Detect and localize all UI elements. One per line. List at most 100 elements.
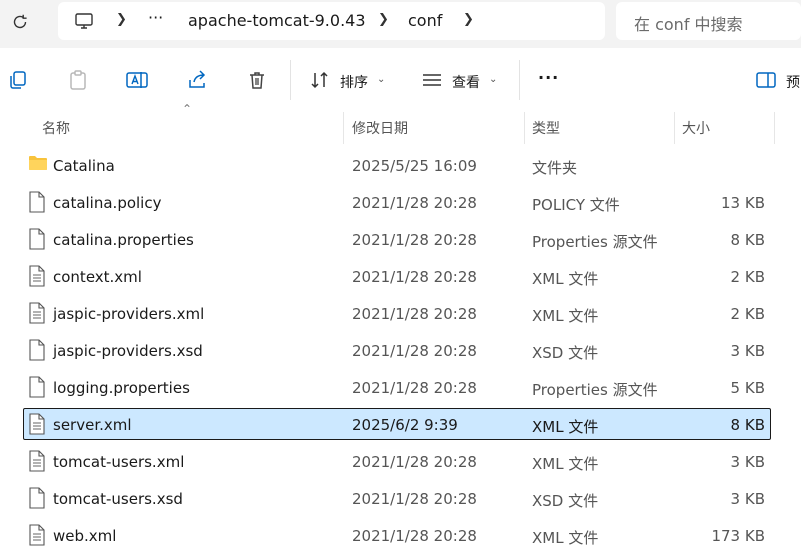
file-name: jaspic-providers.xml: [53, 305, 205, 323]
folder-row[interactable]: Catalina 2025/5/25 16:09 文件夹: [0, 148, 801, 184]
file-size: 3 KB: [730, 342, 765, 360]
trash-icon: [250, 72, 264, 89]
file-row[interactable]: server.xml 2025/6/2 9:39 XML 文件 8 KB: [0, 407, 801, 443]
rename-button[interactable]: [125, 68, 149, 92]
search-input[interactable]: 在 conf 中搜索: [634, 11, 743, 35]
column-divider[interactable]: [343, 112, 344, 144]
text-file-icon: [29, 302, 45, 324]
address-bar-region: ❯ ··· apache-tomcat-9.0.43 ❯ conf ❯ 在 co…: [0, 0, 801, 48]
file-type: POLICY 文件: [532, 196, 620, 214]
file-modified-date: 2025/6/2 9:39: [352, 416, 458, 434]
copy-button[interactable]: [6, 68, 30, 92]
chevron-right-icon[interactable]: ❯: [463, 12, 474, 27]
file-type: XML 文件: [532, 418, 599, 436]
breadcrumb-apache-tomcat[interactable]: apache-tomcat-9.0.43: [188, 11, 366, 30]
file-row[interactable]: jaspic-providers.xml 2021/1/28 20:28 XML 文…: [0, 296, 801, 332]
file-row[interactable]: context.xml 2021/1/28 20:28 XML 文件 2 KB: [0, 259, 801, 295]
file-type: 文件夹: [532, 159, 578, 177]
file-icon: [29, 487, 45, 509]
copy-icon: [10, 71, 26, 89]
chevron-down-icon[interactable]: ⌄: [377, 74, 385, 85]
delete-button[interactable]: [245, 68, 269, 92]
file-icon-wrap: [28, 191, 48, 213]
file-icon: [29, 191, 45, 213]
view-icon-wrap[interactable]: [420, 68, 444, 92]
file-row[interactable]: tomcat-users.xsd 2021/1/28 20:28 XSD 文件 3 K…: [0, 481, 801, 517]
breadcrumb-conf[interactable]: conf: [408, 11, 442, 30]
file-name: web.xml: [53, 527, 117, 545]
file-size: 173 KB: [711, 527, 765, 545]
file-icon-wrap: [28, 265, 48, 287]
file-modified-date: 2021/1/28 20:28: [352, 268, 477, 286]
view-button[interactable]: 查看: [452, 72, 480, 92]
preview-pane-icon-wrap[interactable]: [754, 68, 778, 92]
more-options-button[interactable]: ···: [538, 68, 559, 87]
file-type: XML 文件: [532, 270, 599, 288]
file-name: catalina.properties: [53, 231, 194, 249]
file-icon-wrap: [28, 228, 48, 250]
file-row[interactable]: tomcat-users.xml 2021/1/28 20:28 XML 文件 3 K…: [0, 444, 801, 480]
file-icon: [29, 339, 45, 361]
file-name: server.xml: [53, 416, 132, 434]
file-icon: [29, 228, 45, 250]
column-header-type[interactable]: 类型: [532, 118, 560, 138]
preview-pane-button[interactable]: 预: [786, 72, 800, 92]
paste-button[interactable]: [66, 68, 90, 92]
file-type: XSD 文件: [532, 492, 599, 510]
view-list-icon: [423, 74, 441, 86]
file-type: XSD 文件: [532, 344, 599, 362]
file-modified-date: 2025/5/25 16:09: [352, 157, 477, 175]
file-type: XML 文件: [532, 307, 599, 325]
file-modified-date: 2021/1/28 20:28: [352, 490, 477, 508]
column-divider[interactable]: [774, 112, 775, 144]
file-icon-wrap: [28, 413, 48, 435]
text-file-icon: [29, 413, 45, 435]
file-icon-wrap: [28, 450, 48, 472]
file-row[interactable]: jaspic-providers.xsd 2021/1/28 20:28 XSD 文…: [0, 333, 801, 369]
file-name: tomcat-users.xsd: [53, 490, 183, 508]
command-bar: 排序 ⌄ 查看 ⌄ ··· 预: [0, 48, 801, 108]
share-button[interactable]: [185, 68, 209, 92]
search-box[interactable]: 在 conf 中搜索: [616, 2, 801, 40]
text-file-icon: [29, 265, 45, 287]
column-header-name[interactable]: 名称: [42, 118, 70, 138]
breadcrumb-overflow[interactable]: ···: [148, 8, 163, 27]
file-name: tomcat-users.xml: [53, 453, 185, 471]
sort-icon: [311, 71, 328, 89]
sort-ascending-icon: ⌃: [182, 102, 193, 116]
chevron-right-icon[interactable]: ❯: [116, 12, 127, 27]
column-header-size[interactable]: 大小: [682, 118, 710, 138]
file-name: catalina.policy: [53, 194, 162, 212]
address-bar[interactable]: ❯ ··· apache-tomcat-9.0.43 ❯ conf ❯: [58, 2, 605, 40]
file-size: 3 KB: [730, 453, 765, 471]
file-size: 3 KB: [730, 490, 765, 508]
chevron-down-icon[interactable]: ⌄: [489, 74, 497, 85]
file-modified-date: 2021/1/28 20:28: [352, 231, 477, 249]
sort-button[interactable]: 排序: [340, 72, 368, 92]
sort-icon-wrap[interactable]: [308, 68, 332, 92]
file-name: logging.properties: [53, 379, 190, 397]
text-file-icon: [29, 450, 45, 472]
file-modified-date: 2021/1/28 20:28: [352, 194, 477, 212]
this-pc-icon[interactable]: [74, 11, 94, 31]
column-divider[interactable]: [524, 112, 525, 144]
file-modified-date: 2021/1/28 20:28: [352, 453, 477, 471]
folder-icon-wrap: [28, 154, 48, 176]
file-size: 2 KB: [730, 305, 765, 323]
file-icon-wrap: [28, 376, 48, 398]
file-size: 5 KB: [730, 379, 765, 397]
file-size: 2 KB: [730, 268, 765, 286]
file-type: Properties 源文件: [532, 381, 658, 399]
file-row[interactable]: catalina.policy 2021/1/28 20:28 POLICY 文件 1…: [0, 185, 801, 221]
column-header-date[interactable]: 修改日期: [352, 118, 408, 138]
share-icon: [189, 70, 206, 88]
file-modified-date: 2021/1/28 20:28: [352, 305, 477, 323]
refresh-button[interactable]: [6, 8, 34, 36]
chevron-right-icon[interactable]: ❯: [378, 12, 389, 27]
rename-icon: [126, 72, 148, 88]
toolbar-divider: [290, 60, 291, 100]
file-row[interactable]: catalina.properties 2021/1/28 20:28 Proper…: [0, 222, 801, 258]
file-icon-wrap: [28, 487, 48, 509]
file-row[interactable]: logging.properties 2021/1/28 20:28 Propert…: [0, 370, 801, 406]
column-divider[interactable]: [674, 112, 675, 144]
